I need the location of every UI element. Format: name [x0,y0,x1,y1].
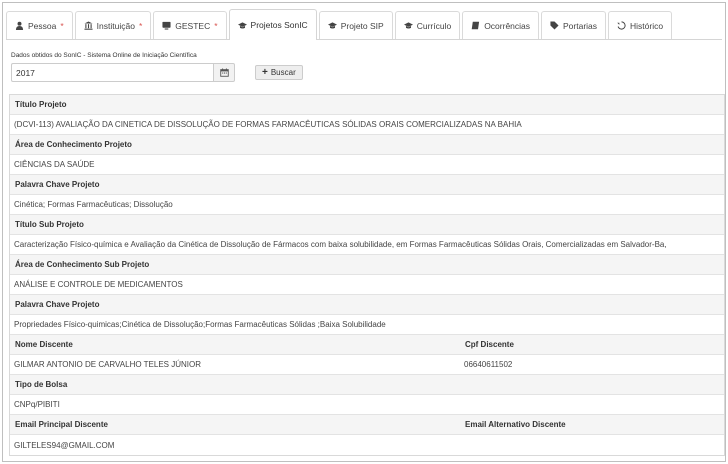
tab-label: Currículo [416,20,452,31]
buscar-button[interactable]: + Buscar [255,65,303,80]
tab-label: Ocorrências [484,20,531,31]
header-row: Palavra Chave Projeto [10,175,724,195]
tab-projetos-sonic[interactable]: Projetos SonIC [228,9,317,40]
tag-icon [550,21,559,30]
project-details-table: Título Projeto (DCVI-113) AVALIAÇÃO DA C… [9,94,725,456]
header-row: Título Projeto [10,95,724,115]
header-row: Área de Conhecimento Projeto [10,135,724,155]
tab-label: Histórico [630,20,664,31]
palavra-chave-value: Cinética; Formas Farmacêuticas; Dissoluç… [14,200,173,209]
value-row: CNPq/PIBITI [10,395,724,415]
titulo-sub-projeto-value: Caracterização Físico-química e Avaliaçã… [14,240,667,249]
tab-label: Projeto SIP [340,20,384,31]
tipo-bolsa-label: Tipo de Bolsa [15,380,68,389]
titulo-projeto-value: (DCVI-113) AVALIAÇÃO DA CINETICA DE DISS… [14,120,522,129]
header-row: Área de Conhecimento Sub Projeto [10,255,724,275]
required-marker: * [60,20,64,31]
area-conhecimento-value: CIÊNCIAS DA SAÚDE [14,160,95,169]
header-row: Título Sub Projeto [10,215,724,235]
tab-projeto-sip[interactable]: Projeto SIP [318,11,393,39]
value-row: Caracterização Físico-química e Avaliaçã… [10,235,724,255]
tab-curriculo[interactable]: Currículo [394,11,461,39]
user-icon [15,21,24,30]
institution-icon [84,21,93,30]
tab-ocorrencias[interactable]: Ocorrências [462,11,540,39]
tab-label: GESTEC [175,20,211,31]
cpf-discente-value: 06640611502 [464,360,513,369]
area-conhecimento-label: Área de Conhecimento Projeto [15,140,132,149]
email-principal-label: Email Principal Discente [15,420,108,429]
tab-instituicao[interactable]: Instituição * [74,11,152,39]
graduation-cap-icon [327,21,337,30]
header-row: Tipo de Bolsa [10,375,724,395]
plus-icon: + [262,66,268,78]
email-principal-value: GILTELES94@GMAIL.COM [14,440,115,450]
nome-discente-label: Nome Discente [15,340,73,349]
tv-icon [162,21,171,30]
titulo-sub-projeto-label: Título Sub Projeto [15,220,84,229]
graduation-cap-icon [237,21,247,30]
header-row: Email Principal Discente Email Alternati… [10,415,724,435]
tab-label: Pessoa [28,20,57,31]
tab-gestec[interactable]: GESTEC * [153,11,227,39]
header-row: Palavra Chave Projeto [10,295,724,315]
value-row: CIÊNCIAS DA SAÚDE [10,155,724,175]
tipo-bolsa-value: CNPq/PIBITI [14,400,60,409]
value-row: GILTELES94@GMAIL.COM [10,435,724,455]
area-sub-projeto-value: ANÁLISE E CONTROLE DE MEDICAMENTOS [14,280,183,289]
tab-label: Instituição [96,20,135,31]
nome-discente-value: GILMAR ANTONIO DE CARVALHO TELES JÚNIOR [14,360,202,369]
titulo-projeto-label: Título Projeto [15,100,67,109]
palavra-chave-label: Palavra Chave Projeto [15,180,100,189]
tab-bar: Pessoa * Instituição * GESTEC * Projetos… [6,7,722,40]
value-row: GILMAR ANTONIO DE CARVALHO TELES JÚNIOR … [10,355,724,375]
value-row: ANÁLISE E CONTROLE DE MEDICAMENTOS [10,275,724,295]
cpf-discente-label: Cpf Discente [465,340,514,349]
calendar-button[interactable] [213,63,235,82]
required-marker: * [138,20,143,31]
palavra-chave-sub-value: Propriedades Físico-quimicas;Cinética de… [14,320,386,329]
area-sub-projeto-label: Área de Conhecimento Sub Projeto [15,260,150,269]
calendar-icon [219,68,229,77]
header-row: Nome Discente Cpf Discente [10,335,724,355]
tab-label: Projetos SonIC [250,20,308,30]
tab-pessoa[interactable]: Pessoa * [6,11,73,39]
main-panel: Pessoa * Instituição * GESTEC * Projetos… [2,2,726,462]
value-row: (DCVI-113) AVALIAÇÃO DA CINETICA DE DISS… [10,115,724,135]
graduation-cap-icon [403,21,413,30]
value-row: Propriedades Físico-quimicas;Cinética de… [10,315,724,335]
year-input[interactable] [11,63,214,82]
palavra-chave-sub-label: Palavra Chave Projeto [15,300,100,309]
source-label: Dados obtidos do SonIC - Sistema Online … [11,52,197,59]
value-row: Cinética; Formas Farmacêuticas; Dissoluç… [10,195,724,215]
book-icon [471,21,480,30]
history-icon [617,21,626,30]
tab-historico[interactable]: Histórico [608,11,673,39]
email-alternativo-label: Email Alternativo Discente [465,420,566,429]
buscar-label: Buscar [270,68,296,77]
required-marker: * [214,20,218,31]
tab-label: Portarias [563,20,598,31]
tab-portarias[interactable]: Portarias [541,11,607,39]
